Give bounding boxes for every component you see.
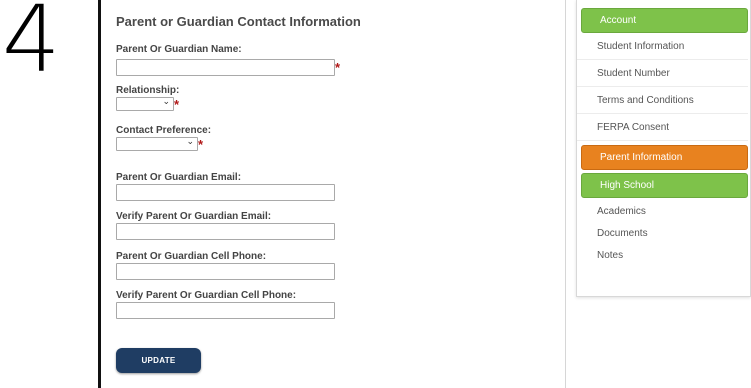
guardian-name-input[interactable] xyxy=(116,59,335,76)
nav-item-documents[interactable]: Documents xyxy=(577,223,748,245)
verify-email-label: Verify Parent Or Guardian Email: xyxy=(116,211,272,222)
update-button[interactable]: UPDATE xyxy=(116,348,201,373)
guardian-email-label: Parent Or Guardian Email: xyxy=(116,172,242,183)
required-marker: * xyxy=(335,60,341,75)
nav-item-academics[interactable]: Academics xyxy=(577,201,748,223)
required-marker: * xyxy=(174,97,180,112)
contact-preference-select[interactable]: ⌄ xyxy=(116,136,198,151)
step-number: 4 xyxy=(2,0,61,93)
relationship-select[interactable]: ⌄ xyxy=(116,96,174,111)
progress-nav: Account Student Information Student Numb… xyxy=(576,0,751,297)
guardian-email-input[interactable] xyxy=(116,184,335,201)
nav-item-parent-information[interactable]: Parent Information xyxy=(581,145,748,170)
nav-item-ferpa-consent[interactable]: FERPA Consent xyxy=(577,116,748,141)
cell-phone-label: Parent Or Guardian Cell Phone: xyxy=(116,251,267,262)
chevron-down-icon: ⌄ xyxy=(186,136,194,146)
nav-item-notes[interactable]: Notes xyxy=(577,245,748,267)
contact-form-panel: Parent or Guardian Contact Information P… xyxy=(101,0,566,388)
cell-phone-input[interactable] xyxy=(116,263,335,280)
required-marker: * xyxy=(198,137,204,152)
verify-cell-phone-label: Verify Parent Or Guardian Cell Phone: xyxy=(116,290,297,301)
nav-item-student-information[interactable]: Student Information xyxy=(577,35,748,60)
contact-preference-label: Contact Preference: xyxy=(116,125,212,136)
nav-item-student-number[interactable]: Student Number xyxy=(577,62,748,87)
nav-item-terms-and-conditions[interactable]: Terms and Conditions xyxy=(577,89,748,114)
chevron-down-icon: ⌄ xyxy=(162,96,170,106)
verify-email-input[interactable] xyxy=(116,223,335,240)
verify-cell-phone-input[interactable] xyxy=(116,302,335,319)
nav-item-high-school[interactable]: High School xyxy=(581,173,748,198)
guardian-name-label: Parent Or Guardian Name: xyxy=(116,44,242,55)
nav-item-account[interactable]: Account xyxy=(581,8,748,33)
relationship-label: Relationship: xyxy=(116,85,180,96)
form-title: Parent or Guardian Contact Information xyxy=(116,14,361,29)
